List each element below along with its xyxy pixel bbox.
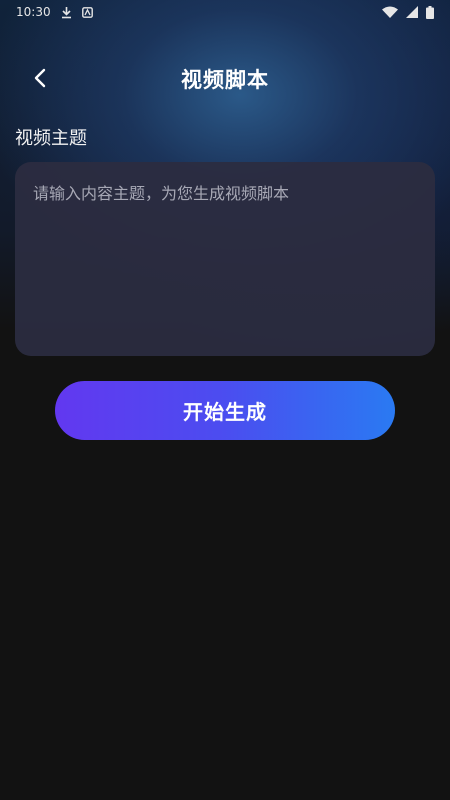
- start-generate-button[interactable]: 开始生成: [55, 381, 395, 440]
- cell-signal-icon: [406, 6, 418, 18]
- status-time: 10:30: [16, 5, 51, 19]
- wifi-icon: [382, 6, 398, 18]
- status-bar: 10:30: [0, 0, 450, 24]
- app-screen: 10:30 视频脚本 视频主题 请输入内容主题，为您生成视频脚本 开始生成: [0, 0, 450, 800]
- download-icon: [61, 6, 72, 19]
- topic-section-label: 视频主题: [15, 128, 87, 149]
- header-bar: 视频脚本: [0, 54, 450, 102]
- notification-app-icon: [81, 6, 93, 18]
- topic-input[interactable]: [15, 162, 435, 356]
- status-bar-left: 10:30: [16, 5, 93, 19]
- battery-icon: [426, 5, 434, 19]
- status-bar-right: [382, 5, 434, 19]
- page-title: 视频脚本: [181, 68, 269, 92]
